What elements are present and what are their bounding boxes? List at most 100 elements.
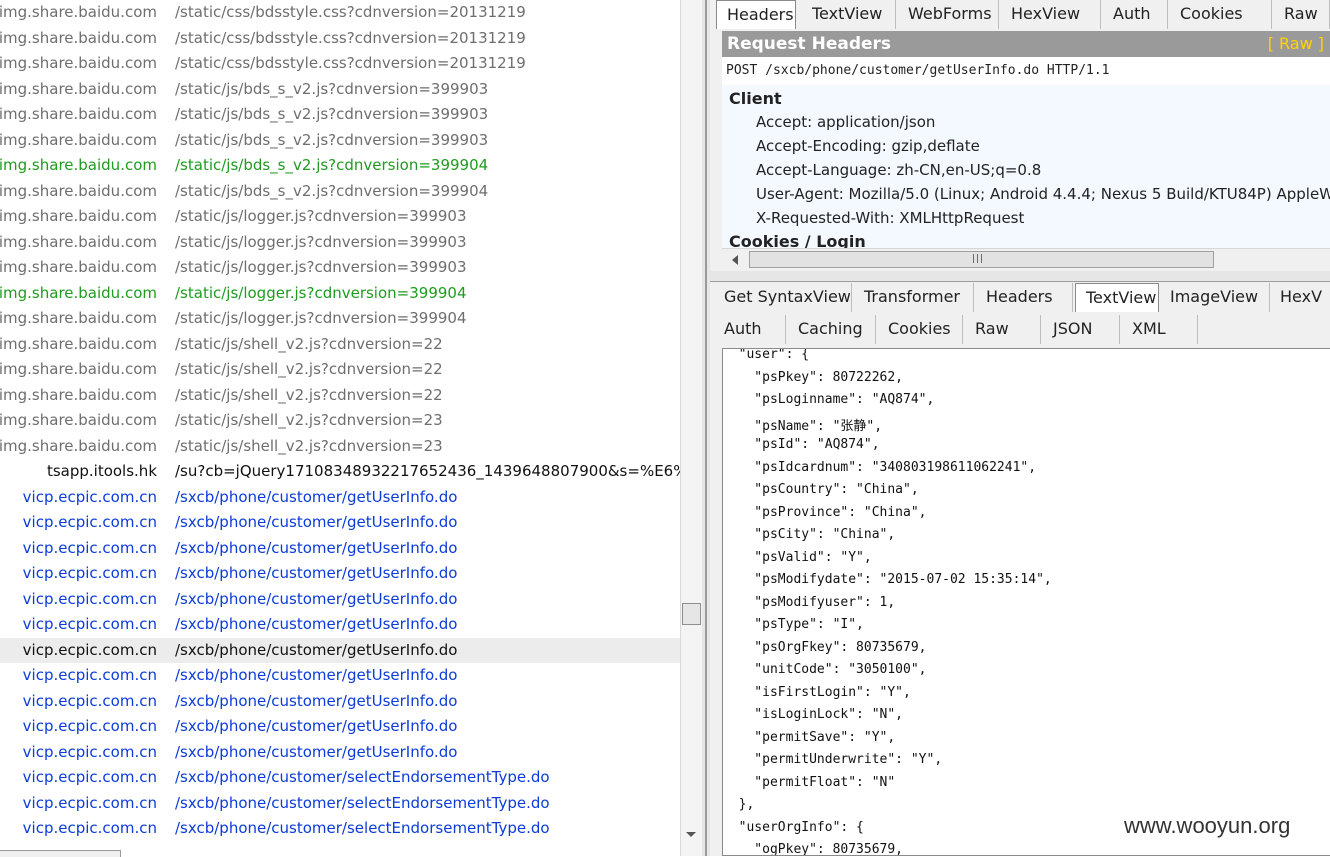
session-host: dimg.share.baidu.com bbox=[0, 156, 157, 174]
header-line[interactable]: Accept-Language: zh-CN,en-US;q=0.8 bbox=[756, 161, 1041, 179]
session-row[interactable]: dimg.share.baidu.com/static/js/logger.js… bbox=[0, 306, 680, 331]
scroll-left-arrow-icon[interactable] bbox=[732, 255, 738, 265]
header-line[interactable]: Accept-Encoding: gzip,deflate bbox=[756, 137, 980, 155]
session-url: /static/css/bdsstyle.css?cdnversion=2013… bbox=[175, 54, 526, 72]
session-host: dimg.share.baidu.com bbox=[0, 130, 157, 149]
tab-textview[interactable]: TextView bbox=[802, 0, 896, 29]
header-line[interactable]: User-Agent: Mozilla/5.0 (Linux; Android … bbox=[756, 185, 1330, 203]
session-row[interactable]: vicp.ecpic.com.cn/sxcb/phone/customer/ge… bbox=[0, 612, 680, 637]
raw-link[interactable]: [ Raw ] bbox=[1268, 31, 1324, 57]
session-row[interactable]: dimg.share.baidu.com/static/js/bds_s_v2.… bbox=[0, 102, 680, 127]
session-host: tsapp.itools.hk bbox=[46, 462, 157, 480]
session-row[interactable]: vicp.ecpic.com.cn/sxcb/phone/customer/ge… bbox=[0, 637, 680, 663]
session-host: dimg.share.baidu.com bbox=[0, 181, 157, 200]
session-row[interactable]: dimg.share.baidu.com/static/js/shell_v2.… bbox=[0, 434, 680, 459]
tab-raw[interactable]: Raw bbox=[965, 315, 1041, 344]
session-host: vicp.ecpic.com.cn bbox=[22, 691, 157, 710]
tab-hexv[interactable]: HexV bbox=[1270, 283, 1330, 312]
session-row[interactable]: dimg.share.baidu.com/static/js/shell_v2.… bbox=[0, 332, 680, 357]
session-host: dimg.share.baidu.com bbox=[0, 232, 157, 251]
session-row[interactable]: dimg.share.baidu.com/static/js/shell_v2.… bbox=[0, 383, 680, 408]
tab-cookies[interactable]: Cookies bbox=[878, 315, 963, 344]
request-line: POST /sxcb/phone/customer/getUserInfo.do… bbox=[722, 57, 1330, 85]
session-row[interactable]: dimg.share.baidu.com/static/js/bds_s_v2.… bbox=[0, 153, 680, 178]
session-row[interactable]: dimg.share.baidu.com/static/js/logger.js… bbox=[0, 281, 680, 306]
session-row[interactable]: vicp.ecpic.com.cn/sxcb/phone/customer/se… bbox=[0, 791, 680, 816]
inspector-pane: Headers TextView WebForms HexView Auth Cookie… bbox=[710, 0, 1330, 856]
session-url: /static/css/bdsstyle.css?cdnversion=2013… bbox=[175, 28, 526, 47]
session-row[interactable]: dimg.share.baidu.com/static/js/shell_v2.… bbox=[0, 357, 680, 382]
session-row[interactable]: dimg.share.baidu.com/static/js/shell_v2.… bbox=[0, 408, 680, 433]
session-row[interactable]: vicp.ecpic.com.cn/sxcb/phone/customer/ge… bbox=[0, 561, 680, 586]
session-row[interactable]: dimg.share.baidu.com/static/js/bds_s_v2.… bbox=[0, 179, 680, 204]
response-line: "isFirstLogin": "Y", bbox=[723, 684, 911, 700]
tab-cookies[interactable]: Cookies bbox=[1170, 0, 1272, 29]
session-row[interactable]: vicp.ecpic.com.cn/sxcb/phone/customer/ge… bbox=[0, 740, 680, 765]
tab-webforms[interactable]: WebForms bbox=[898, 0, 999, 29]
session-row[interactable]: vicp.ecpic.com.cn/sxcb/phone/customer/ge… bbox=[0, 714, 680, 739]
response-line: "psCountry": "China", bbox=[723, 482, 919, 497]
tab-headers[interactable]: Headers bbox=[976, 283, 1073, 312]
session-row[interactable]: vicp.ecpic.com.cn/sxcb/phone/customer/ge… bbox=[0, 485, 680, 510]
tab-get-syntaxview[interactable]: Get SyntaxView bbox=[714, 283, 852, 312]
response-text-view[interactable]: "user": { "psPkey": 80722262, "psLoginna… bbox=[722, 348, 1330, 856]
response-line: "psValid": "Y", bbox=[723, 549, 872, 565]
scrollbar-thumb[interactable] bbox=[682, 603, 701, 625]
cookies-group-title[interactable]: Cookies / Login bbox=[729, 232, 866, 248]
tab-caching[interactable]: Caching bbox=[788, 315, 876, 344]
session-host: dimg.share.baidu.com bbox=[0, 105, 157, 123]
session-row[interactable]: vicp.ecpic.com.cn/sxcb/phone/customer/ge… bbox=[0, 536, 680, 561]
horizontal-splitter[interactable] bbox=[710, 271, 1330, 282]
session-host: dimg.share.baidu.com bbox=[0, 207, 157, 225]
response-line: "isLoginLock": "N", bbox=[723, 707, 904, 722]
header-line[interactable]: X-Requested-With: XMLHttpRequest bbox=[756, 209, 1024, 227]
session-row[interactable]: dimg.share.baidu.com/static/js/logger.js… bbox=[0, 255, 680, 280]
session-row[interactable]: dimg.share.baidu.com/static/js/logger.js… bbox=[0, 230, 680, 255]
session-host: vicp.ecpic.com.cn bbox=[22, 819, 157, 837]
session-url: /static/js/logger.js?cdnversion=399903 bbox=[175, 207, 467, 225]
request-headers-title-bar: Request Headers [ Raw ] bbox=[722, 31, 1330, 57]
session-row[interactable]: dimg.share.baidu.com/static/js/bds_s_v2.… bbox=[0, 77, 680, 102]
vertical-splitter[interactable] bbox=[702, 0, 710, 856]
session-row[interactable]: dimg.share.baidu.com/static/js/bds_s_v2.… bbox=[0, 128, 680, 153]
scroll-down-arrow-icon[interactable] bbox=[686, 832, 696, 837]
header-line[interactable]: Accept: application/json bbox=[756, 113, 935, 131]
session-url: /static/css/bdsstyle.css?cdnversion=2013… bbox=[175, 3, 526, 21]
session-host: vicp.ecpic.com.cn bbox=[22, 538, 157, 557]
tab-textview[interactable]: TextView bbox=[1075, 283, 1159, 312]
session-list[interactable]: dimg.share.baidu.com/static/css/bdsstyle… bbox=[0, 0, 680, 856]
headers-horizontal-scrollbar[interactable]: ||| bbox=[722, 248, 1330, 271]
session-row[interactable]: dimg.share.baidu.com/static/css/bdsstyle… bbox=[0, 0, 680, 25]
tab-auth[interactable]: Auth bbox=[714, 315, 786, 344]
tab-imageview[interactable]: ImageView bbox=[1160, 283, 1270, 312]
session-list-scrollbar[interactable] bbox=[680, 0, 703, 856]
session-url: /static/js/shell_v2.js?cdnversion=23 bbox=[175, 411, 443, 429]
session-row[interactable]: vicp.ecpic.com.cn/sxcb/phone/customer/ge… bbox=[0, 689, 680, 714]
session-row[interactable]: tsapp.itools.hk/su?cb=jQuery171083489322… bbox=[0, 459, 680, 484]
tab-raw[interactable]: Raw bbox=[1274, 0, 1330, 29]
tab-auth[interactable]: Auth bbox=[1103, 0, 1168, 29]
session-row[interactable]: vicp.ecpic.com.cn/sxcb/phone/customer/se… bbox=[0, 765, 680, 790]
tab-headers[interactable]: Headers bbox=[716, 0, 796, 29]
session-url: /static/js/shell_v2.js?cdnversion=22 bbox=[175, 360, 443, 378]
session-row[interactable]: vicp.ecpic.com.cn/sxcb/phone/customer/se… bbox=[0, 816, 680, 841]
session-row[interactable]: vicp.ecpic.com.cn/sxcb/phone/customer/ge… bbox=[0, 510, 680, 535]
session-row[interactable]: dimg.share.baidu.com/static/css/bdsstyle… bbox=[0, 26, 680, 51]
session-url: /sxcb/phone/customer/getUserInfo.do bbox=[175, 717, 458, 735]
tab-xml[interactable]: XML bbox=[1122, 315, 1198, 344]
session-row[interactable]: dimg.share.baidu.com/static/css/bdsstyle… bbox=[0, 51, 680, 76]
scrollbar-thumb[interactable]: ||| bbox=[749, 251, 1214, 268]
session-row[interactable]: vicp.ecpic.com.cn/sxcb/phone/customer/ge… bbox=[0, 587, 680, 612]
tab-hexview[interactable]: HexView bbox=[1001, 0, 1101, 29]
session-row[interactable]: vicp.ecpic.com.cn/sxcb/phone/customer/ge… bbox=[0, 663, 680, 688]
session-host: dimg.share.baidu.com bbox=[0, 54, 157, 72]
tab-transformer[interactable]: Transformer bbox=[854, 283, 974, 312]
tab-json[interactable]: JSON bbox=[1043, 315, 1120, 344]
client-group-title[interactable]: Client bbox=[729, 89, 782, 108]
session-host: dimg.share.baidu.com bbox=[0, 334, 157, 353]
session-url: /sxcb/phone/customer/getUserInfo.do bbox=[175, 487, 458, 506]
response-tab-bar-2: Auth Caching Cookies Raw JSON XML bbox=[710, 315, 1330, 346]
response-line: "user": { bbox=[723, 348, 810, 362]
session-row[interactable]: dimg.share.baidu.com/static/js/logger.js… bbox=[0, 204, 680, 229]
session-host: vicp.ecpic.com.cn bbox=[22, 513, 157, 531]
